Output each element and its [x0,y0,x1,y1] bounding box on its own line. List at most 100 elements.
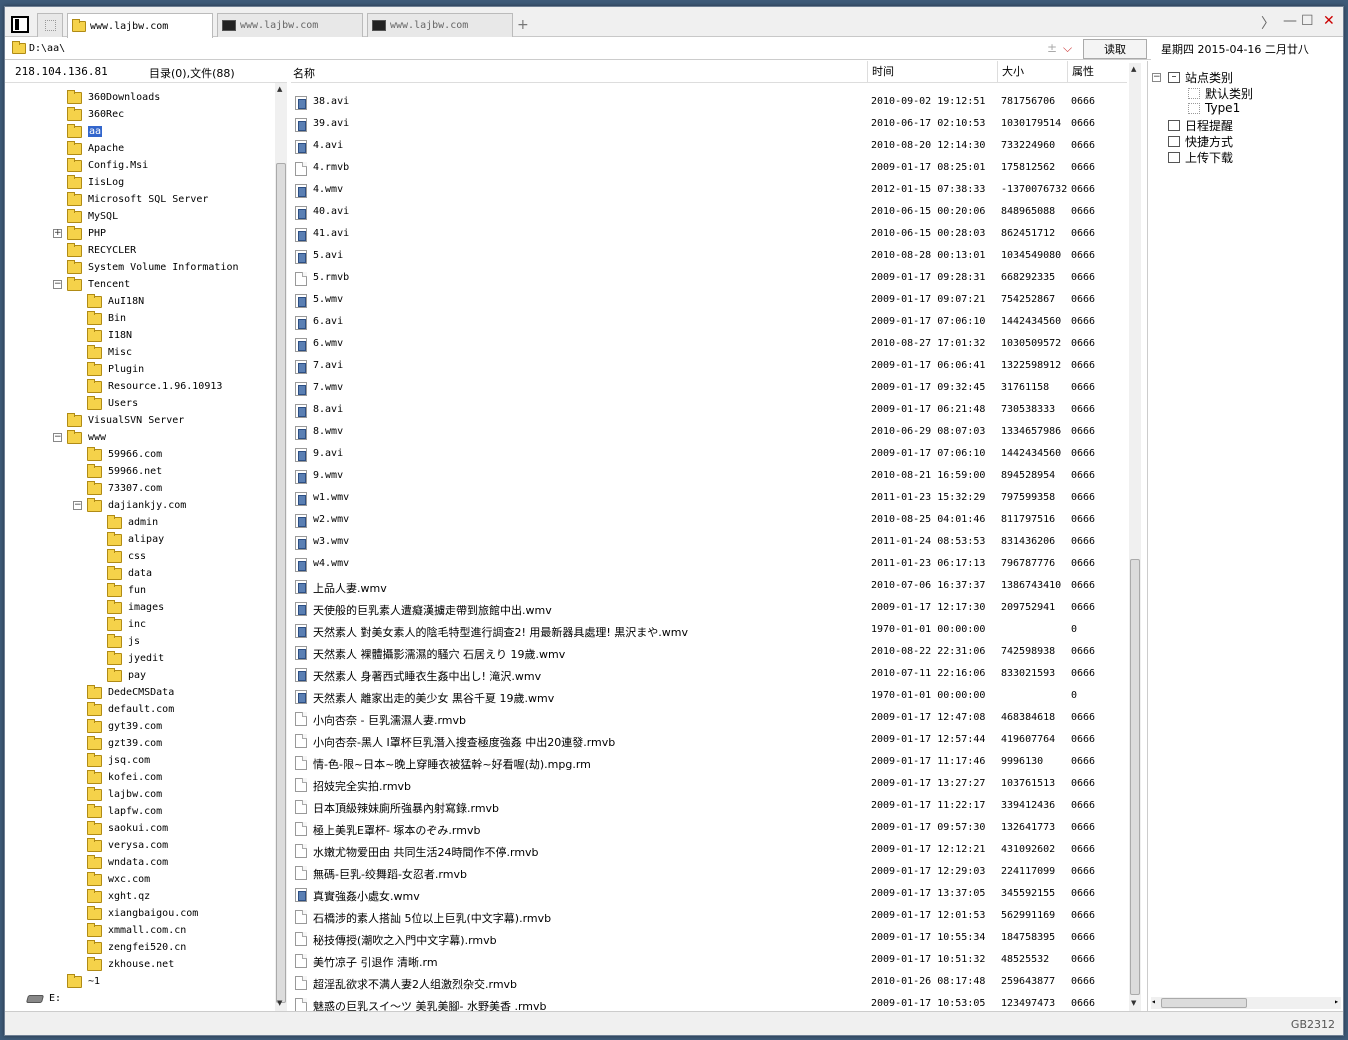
column-name[interactable]: 名称 [293,65,315,81]
tree-item[interactable]: wndata.com [87,854,168,871]
scroll-left-icon[interactable]: ◂ [1151,997,1156,1006]
tree-item[interactable]: Resource.1.96.10913 [87,378,222,395]
tree-item[interactable]: System Volume Information [67,259,239,276]
tree-scroll-thumb[interactable] [276,163,286,1003]
site-tree-item[interactable]: 快捷方式 [1168,133,1233,150]
tree-item[interactable]: Tencent [67,276,130,293]
maximize-button[interactable]: ☐ [1301,13,1314,29]
hscroll-thumb[interactable] [1161,998,1247,1008]
tree-item[interactable]: js [107,633,140,650]
column-size[interactable]: 大小 [997,61,1024,83]
tree-item[interactable]: gyt39.com [87,718,162,735]
file-row[interactable]: 無碼-巨乳-绞舞蹈-女忍者.rmvb 2009-01-17 12:29:03 224… [291,862,1127,884]
tree-item[interactable]: inc [107,616,146,633]
column-attr[interactable]: 属性 [1067,61,1094,83]
tree-item[interactable]: PHP [67,225,106,242]
file-scroll-thumb[interactable] [1130,559,1140,995]
file-row[interactable]: 招妓完全实拍.rmvb 2009-01-17 13:27:27 103761513 0… [291,774,1127,796]
read-button[interactable]: 读取 [1083,39,1147,59]
tree-item[interactable]: dajiankjy.com [87,497,186,514]
file-row[interactable]: 7.avi 2009-01-17 06:06:41 1322598912 0666 [291,356,1127,378]
site-panel-hscrollbar[interactable]: ◂ ▸ [1151,997,1341,1009]
file-row[interactable]: 上品人妻.wmv 2010-07-06 16:37:37 1386743410 066… [291,576,1127,598]
expand-icon[interactable]: + [53,229,62,238]
file-row[interactable]: 6.wmv 2010-08-27 17:01:32 1030509572 0666 [291,334,1127,356]
file-row[interactable]: 4.rmvb 2009-01-17 08:25:01 175812562 0666 [291,158,1127,180]
file-row[interactable]: 天然素人 裸體攝影濡濕的騷穴 石居えり 19歲.wmv 2010-08-22 22… [291,642,1127,664]
tree-item[interactable]: pay [107,667,146,684]
tree-item[interactable]: jyedit [107,650,164,667]
file-row[interactable]: w3.wmv 2011-01-24 08:53:53 831436206 0666 [291,532,1127,554]
tree-item[interactable]: RECYCLER [67,242,136,259]
tree-item[interactable]: saokui.com [87,820,168,837]
tree-item[interactable]: data [107,565,152,582]
add-bookmark-button[interactable]: ± [1047,41,1057,55]
file-list-scrollbar[interactable]: ▲ ▼ [1129,63,1141,1011]
file-row[interactable]: w4.wmv 2011-01-23 06:17:13 796787776 0666 [291,554,1127,576]
tree-item[interactable]: admin [107,514,158,531]
scroll-down-icon[interactable]: ▼ [1131,999,1136,1007]
file-row[interactable]: w1.wmv 2011-01-23 15:32:29 797599358 0666 [291,488,1127,510]
file-row[interactable]: 極上美乳E罩杯- 塚本のぞみ.rmvb 2009-01-17 09:57:30 13… [291,818,1127,840]
path-input[interactable]: D:\aa\ [29,43,65,54]
tree-item[interactable]: 360Rec [67,106,124,123]
file-row[interactable]: 9.wmv 2010-08-21 16:59:00 894528954 0666 [291,466,1127,488]
file-row[interactable]: 情-色-限~日本~晚上穿睡衣被猛幹~好看喔(劫).mpg.rm 2009-01-1… [291,752,1127,774]
minimize-button[interactable]: — [1283,13,1297,29]
tab-0[interactable]: www.lajbw.com [67,13,213,38]
file-row[interactable]: 美竹凉子 引退作 清晰.rm 2009-01-17 10:51:32 4852553… [291,950,1127,972]
tree-item[interactable]: Apache [67,140,124,157]
file-row[interactable]: 真實強姦小處女.wmv 2009-01-17 13:37:05 345592155 0… [291,884,1127,906]
collapse-icon[interactable]: − [53,280,62,289]
tree-scrollbar[interactable]: ▲ ▼ [275,83,287,1011]
site-tree-item[interactable]: 默认类别 [1188,85,1253,102]
file-row[interactable]: 38.avi 2010-09-02 19:12:51 781756706 0666 [291,92,1127,114]
file-row[interactable]: 7.wmv 2009-01-17 09:32:45 31761158 0666 [291,378,1127,400]
file-row[interactable]: 4.avi 2010-08-20 12:14:30 733224960 0666 [291,136,1127,158]
nav-forward-icon[interactable]: 〉 [1261,13,1275,33]
tree-item[interactable]: fun [107,582,146,599]
file-row[interactable]: w2.wmv 2010-08-25 04:01:46 811797516 0666 [291,510,1127,532]
tree-item[interactable]: 59966.net [87,463,162,480]
path-dropdown-button[interactable]: ⌵ [1063,41,1072,56]
file-row[interactable]: 天然素人 身著西式睡衣生姦中出し! 滝沢.wmv 2010-07-11 22:16… [291,664,1127,686]
add-tab-button[interactable]: + [517,17,529,33]
site-tree-item[interactable]: 日程提醒 [1168,117,1233,134]
site-tree-item[interactable]: Type1 [1188,101,1240,115]
tree-item[interactable]: Plugin [87,361,144,378]
tree-item[interactable]: images [107,599,164,616]
file-row[interactable]: 8.wmv 2010-06-29 08:07:03 1334657986 0666 [291,422,1127,444]
tree-item[interactable]: I18N [87,327,132,344]
tab-2[interactable]: www.lajbw.com [367,13,513,37]
tree-item[interactable]: 360Downloads [67,89,160,106]
tree-item[interactable]: MySQL [67,208,118,225]
site-tree-item[interactable]: 站点类别 [1168,69,1233,86]
tree-item[interactable]: verysa.com [87,837,168,854]
tree-item[interactable]: 59966.com [87,446,162,463]
scroll-right-icon[interactable]: ▸ [1334,997,1339,1006]
file-row[interactable]: 40.avi 2010-06-15 00:20:06 848965088 0666 [291,202,1127,224]
file-row[interactable]: 5.rmvb 2009-01-17 09:28:31 668292335 0666 [291,268,1127,290]
file-row[interactable]: 秘技傳授(潮吹之入門中文字幕).rmvb 2009-01-17 10:55:34 1… [291,928,1127,950]
tree-item[interactable]: wxc.com [87,871,150,888]
file-row[interactable]: 石橋涉的素人搭訕 5位以上巨乳(中文字幕).rmvb 2009-01-17 12:… [291,906,1127,928]
file-row[interactable]: 小向杏奈-黑人 I罩杯巨乳潛入搜查極度強姦 中出20連發.rmvb 2009-01… [291,730,1127,752]
scroll-up-icon[interactable]: ▲ [277,85,282,93]
file-row[interactable]: 5.wmv 2009-01-17 09:07:21 754252867 0666 [291,290,1127,312]
scroll-down-icon[interactable]: ▼ [277,999,282,1007]
tree-item[interactable]: Misc [87,344,132,361]
encoding-label[interactable]: GB2312 [1291,1018,1335,1031]
file-row[interactable]: 41.avi 2010-06-15 00:28:03 862451712 0666 [291,224,1127,246]
tree-item[interactable]: Bin [87,310,126,327]
file-row[interactable]: 水嫩尤物爱田由 共同生活24時間作不停.rmvb 2009-01-17 12:12… [291,840,1127,862]
tree-item[interactable]: Config.Msi [67,157,148,174]
tree-item[interactable]: DedeCMSData [87,684,174,701]
home-tab[interactable] [37,13,63,37]
file-row[interactable]: 8.avi 2009-01-17 06:21:48 730538333 0666 [291,400,1127,422]
tree-item[interactable]: css [107,548,146,565]
tree-item[interactable]: lapfw.com [87,803,162,820]
tree-item[interactable]: xght.qz [87,888,150,905]
file-row[interactable]: 9.avi 2009-01-17 07:06:10 1442434560 0666 [291,444,1127,466]
tree-item[interactable]: Microsoft SQL Server [67,191,208,208]
tree-item[interactable]: aa [67,123,103,140]
